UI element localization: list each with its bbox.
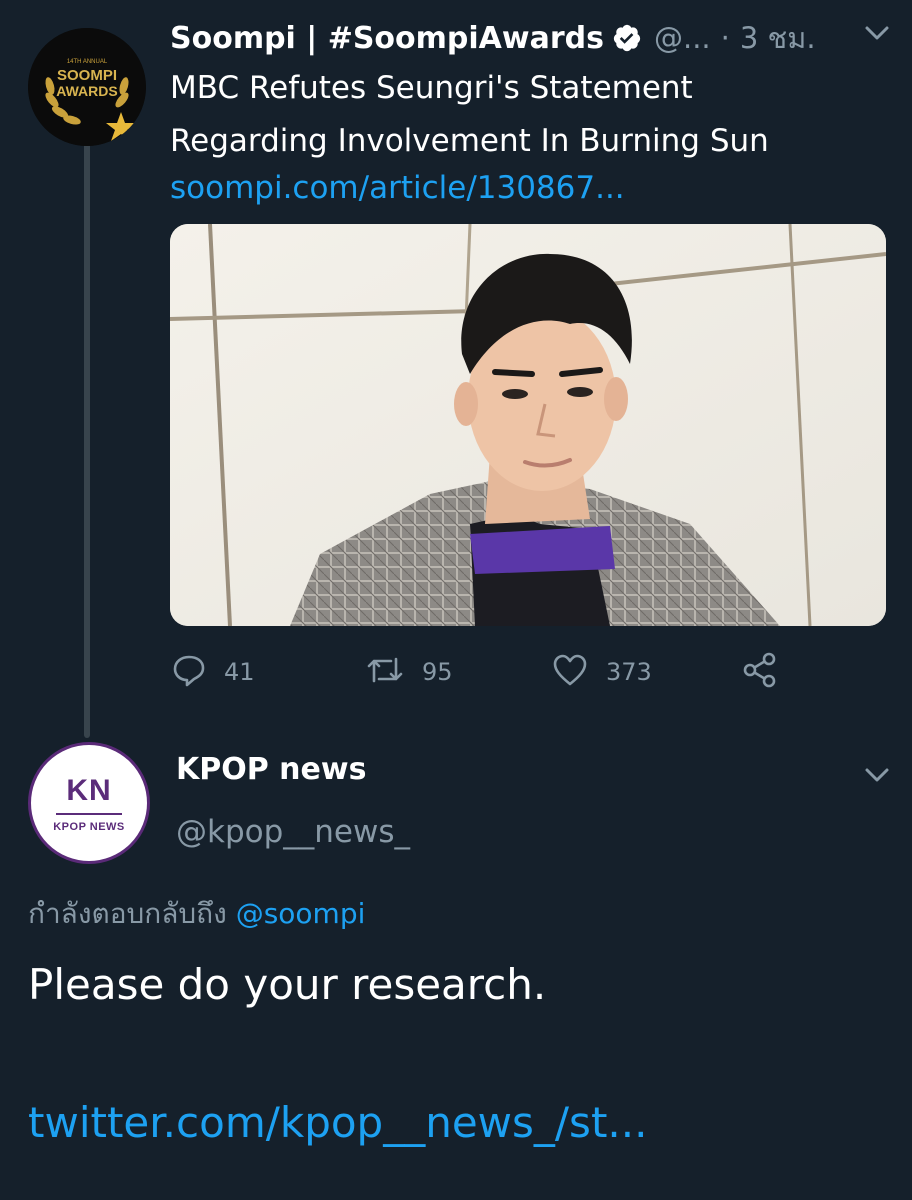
tweet1-text: MBC Refutes Seungri's Statement Regardin…: [170, 62, 890, 168]
chevron-down-icon[interactable]: [864, 766, 890, 784]
tweet2-body: Please do your research.: [28, 960, 547, 1009]
tweet2-handle[interactable]: @kpop__news_: [176, 814, 410, 850]
avatar-subtitle: KPOP NEWS: [53, 820, 125, 833]
soompi-avatar[interactable]: 14TH ANNUAL SOOMPI AWARDS: [28, 28, 146, 146]
replying-prefix: กำลังตอบกลับถึง: [28, 897, 227, 930]
tweet1-header: Soompi | #SoompiAwards @... · 3 ชม.: [170, 14, 890, 62]
chevron-down-icon[interactable]: [864, 24, 890, 42]
tweet1-handle[interactable]: @...: [654, 21, 711, 55]
share-action[interactable]: [742, 648, 778, 696]
verified-icon: [612, 23, 642, 53]
retweet-action[interactable]: 95: [366, 648, 453, 696]
replying-to: กำลังตอบกลับถึง @soompi: [28, 892, 365, 936]
share-icon: [742, 652, 778, 692]
reply-action[interactable]: 41: [172, 648, 255, 696]
like-count: 373: [606, 658, 652, 686]
reply-mention-link[interactable]: @soompi: [236, 897, 366, 930]
tweet1-text-line1: MBC Refutes Seungri's Statement: [170, 70, 693, 106]
tweet2-status-link[interactable]: twitter.com/kpop__news_/st...: [28, 1098, 647, 1147]
like-action[interactable]: 373: [552, 648, 652, 696]
tweet1-media-image[interactable]: [170, 224, 886, 626]
kpop-news-avatar[interactable]: KN KPOP NEWS: [28, 742, 150, 864]
soompi-awards-logo: 14TH ANNUAL SOOMPI AWARDS: [28, 28, 146, 146]
tweet1-timestamp[interactable]: 3 ชม.: [740, 15, 816, 61]
reply-count: 41: [224, 658, 255, 686]
like-icon: [552, 653, 588, 691]
thread-connector-line: [84, 142, 90, 738]
photo-illustration: [170, 224, 886, 626]
reply-icon: [172, 653, 206, 691]
retweet-count: 95: [422, 658, 453, 686]
tweet1-article-link[interactable]: soompi.com/article/130867...: [170, 164, 890, 212]
avatar-caption-line2: AWARDS: [56, 83, 117, 99]
tweet2-display-name[interactable]: KPOP news: [176, 752, 366, 787]
tweet1-action-bar: 41 95 373: [170, 648, 886, 698]
retweet-icon: [366, 653, 404, 691]
avatar-caption-top: 14TH ANNUAL: [67, 59, 108, 65]
avatar-divider: [56, 812, 122, 815]
tweet1-separator: ·: [720, 21, 730, 55]
avatar-caption-line1: SOOMPI: [57, 67, 117, 84]
tweet1-text-line2: Regarding Involvement In Burning Sun: [170, 123, 769, 159]
tweet1-display-name[interactable]: Soompi | #SoompiAwards: [170, 21, 604, 56]
avatar-initials: KN: [66, 773, 112, 807]
